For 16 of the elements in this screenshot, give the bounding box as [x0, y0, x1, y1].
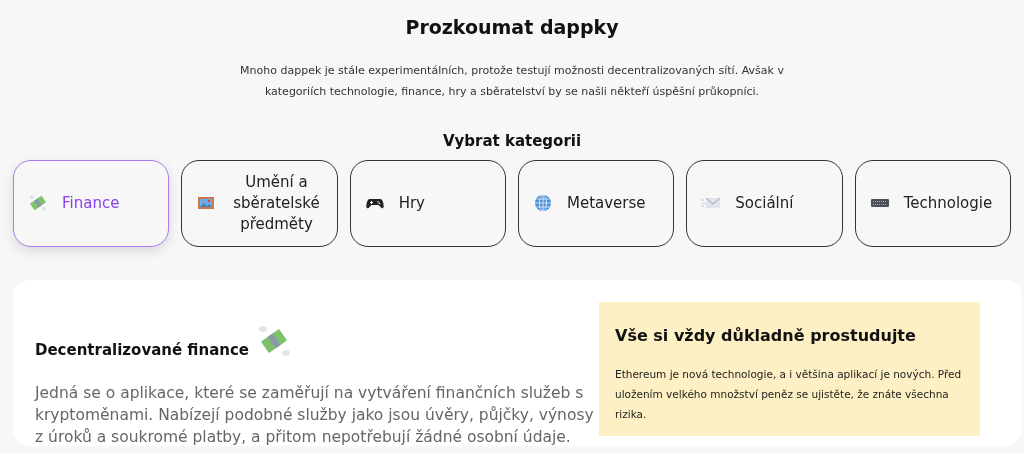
- category-tab[interactable]: Umění a sběratelské předměty: [181, 159, 338, 247]
- category-tab[interactable]: Metaverse: [518, 159, 675, 247]
- money-icon: [28, 193, 48, 214]
- money-icon: [257, 323, 291, 358]
- description-text: Jedná se o aplikace, které se zaměřují na vytváření finančních služeb s kryptoměnami. Nabízejí podobné služby jako jsou úvěry, půjčky, výnosy z úroků a soukromé platby, a přitom nepotřebují žádné osobní údaje.: [35, 382, 595, 448]
- intro-text: Mnoho dappek je stále experimentálních, protože testují možnosti decentralizovaných sítí. Avšak v kategoriích technologie, finance, hry a sběratelství by se našli někteří úspěšní průkopníci.: [239, 62, 785, 100]
- page-title: Prozkoumat dappky: [404, 16, 620, 39]
- section-heading: Vybrat kategorii: [441, 131, 583, 150]
- category-tab[interactable]: Hry: [349, 159, 506, 247]
- category-tab[interactable]: Technologie: [854, 159, 1011, 247]
- section-title: Decentralizované finance: [35, 340, 249, 362]
- globe-icon: [533, 193, 553, 214]
- warning-title: Vše si vždy důkladně prostudujte: [615, 324, 917, 347]
- category-tab[interactable]: Sociální: [686, 159, 843, 247]
- warning-text: Ethereum je nová technologie, a i většina aplikací je nových. Před uložením velkého množství peněz se ujistěte, že znáte všechna rizika.: [615, 366, 963, 422]
- category-tab[interactable]: Finance: [13, 159, 170, 247]
